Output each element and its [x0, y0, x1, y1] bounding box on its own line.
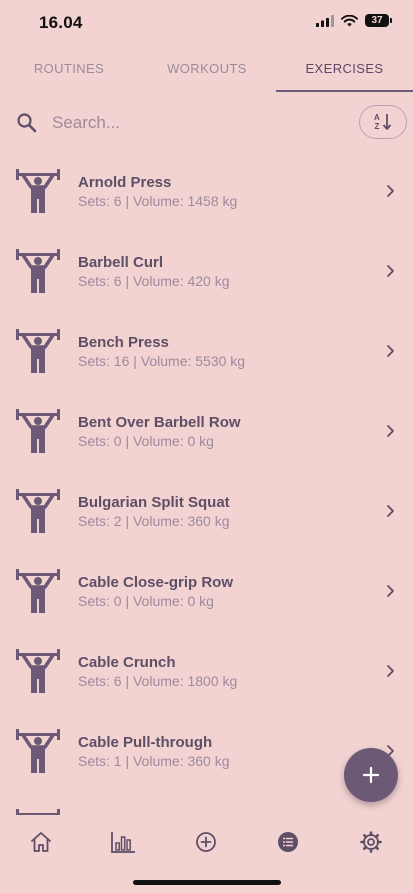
exercise-name: Arnold Press: [78, 174, 172, 191]
exercise-name: Cable Crunch: [78, 654, 176, 671]
exercise-name: Cable Close-grip Row: [78, 574, 234, 591]
chevron-right-icon: [387, 265, 394, 277]
exercise-stats: Sets: 0 | Volume: 0 kg: [78, 593, 214, 609]
wifi-icon: [341, 14, 358, 26]
weightlifter-icon: [16, 649, 60, 693]
exercise-stats: Sets: 6 | Volume: 1458 kg: [78, 193, 238, 209]
exercise-name: Bent Over Barbell Row: [78, 414, 241, 431]
tab-routines[interactable]: ROUTINES: [0, 52, 138, 90]
weightlifter-icon: [16, 329, 60, 373]
search-row: A Z: [0, 100, 413, 146]
exercise-name: Cable Pull-through: [78, 734, 213, 751]
sort-alpha-icon: A Z: [374, 113, 392, 131]
list-item[interactable]: Bench Press Sets: 16 | Volume: 5530 kg: [0, 310, 413, 390]
nav-home[interactable]: [26, 827, 56, 857]
chevron-right-icon: [387, 665, 394, 677]
status-icons: 37: [316, 14, 392, 27]
chevron-right-icon: [387, 425, 394, 437]
search-icon: [17, 113, 37, 133]
exercise-stats: Sets: 2 | Volume: 360 kg: [78, 513, 230, 529]
list-item[interactable]: Arnold Press Sets: 6 | Volume: 1458 kg: [0, 150, 413, 230]
list-item[interactable]: Bulgarian Split Squat Sets: 2 | Volume: …: [0, 470, 413, 550]
svg-text:A: A: [374, 113, 380, 122]
weightlifter-icon: [16, 569, 60, 613]
weightlifter-icon: [16, 489, 60, 533]
active-tab-indicator: [276, 90, 413, 92]
list-item[interactable]: Cable Crunch Sets: 6 | Volume: 1800 kg: [0, 630, 413, 710]
weightlifter-icon: [16, 409, 60, 453]
weightlifter-icon: [16, 249, 60, 293]
nav-exercises[interactable]: [273, 827, 303, 857]
sort-button[interactable]: A Z: [359, 105, 407, 139]
weightlifter-icon: [16, 729, 60, 773]
battery-icon: 37: [365, 14, 392, 27]
add-circle-icon: [196, 832, 216, 852]
exercise-stats: Sets: 1 | Volume: 360 kg: [78, 753, 230, 769]
exercise-name: Barbell Curl: [78, 254, 164, 271]
tab-bar: ROUTINES WORKOUTS EXERCISES: [0, 52, 413, 92]
svg-text:Z: Z: [375, 122, 380, 131]
list-item[interactable]: Bent Over Barbell Row Sets: 0 | Volume: …: [0, 390, 413, 470]
exercise-name: Bulgarian Split Squat: [78, 494, 230, 511]
exercise-stats: Sets: 16 | Volume: 5530 kg: [78, 353, 246, 369]
home-indicator: [133, 880, 281, 885]
exercise-stats: Sets: 6 | Volume: 420 kg: [78, 273, 230, 289]
chevron-right-icon: [387, 585, 394, 597]
list-icon: [278, 832, 298, 852]
nav-statistics[interactable]: [108, 827, 138, 857]
weightlifter-icon: [16, 169, 60, 213]
chevron-right-icon: [387, 505, 394, 517]
clock: 16.04: [39, 13, 83, 32]
tab-exercises[interactable]: EXERCISES: [276, 52, 413, 90]
plus-icon: [362, 766, 380, 784]
add-exercise-button[interactable]: [344, 748, 398, 802]
exercise-stats: Sets: 6 | Volume: 1800 kg: [78, 673, 238, 689]
chevron-right-icon: [387, 185, 394, 197]
nav-add[interactable]: [191, 827, 221, 857]
search-input[interactable]: [44, 108, 360, 138]
tab-workouts[interactable]: WORKOUTS: [138, 52, 276, 90]
list-item[interactable]: Barbell Curl Sets: 6 | Volume: 420 kg: [0, 230, 413, 310]
nav-settings[interactable]: [356, 827, 386, 857]
exercise-name: Bench Press: [78, 334, 169, 351]
list-item[interactable]: Cable Close-grip Row Sets: 0 | Volume: 0…: [0, 550, 413, 630]
chevron-right-icon: [387, 345, 394, 357]
exercise-stats: Sets: 0 | Volume: 0 kg: [78, 433, 214, 449]
gear-icon: [360, 831, 382, 853]
bar-chart-icon: [111, 832, 135, 853]
status-bar: 16.04 37: [0, 0, 413, 46]
signal-icon: [316, 14, 334, 27]
home-icon: [31, 832, 51, 852]
exercise-list: Arnold Press Sets: 6 | Volume: 1458 kg B…: [0, 150, 413, 820]
